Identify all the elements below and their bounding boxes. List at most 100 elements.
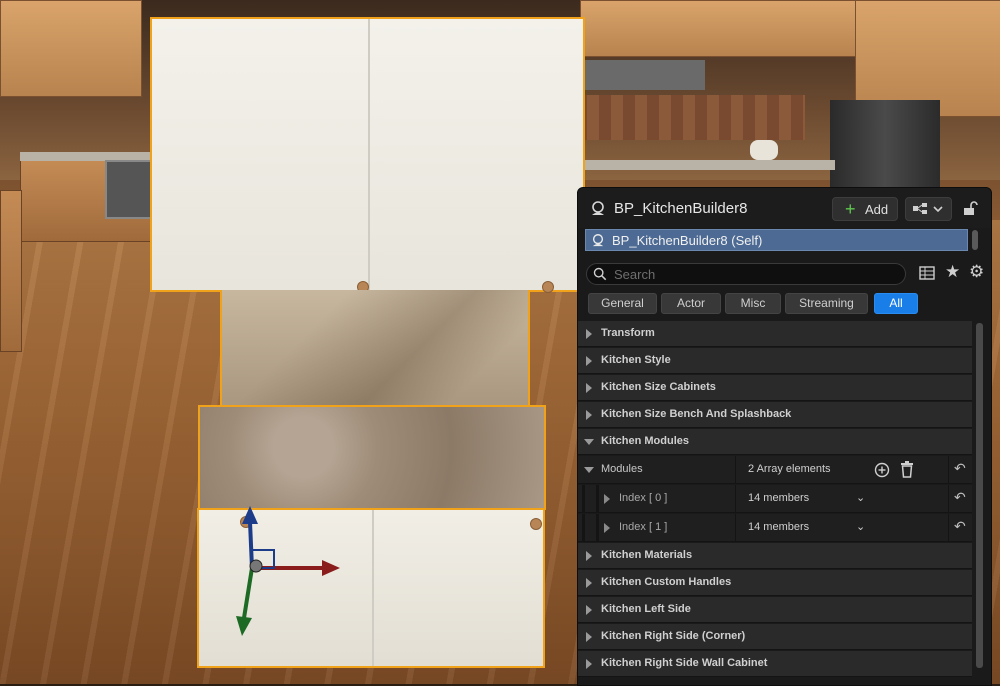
background-fridge xyxy=(830,100,940,190)
upper-wall-cabinet[interactable] xyxy=(150,17,585,293)
modules-revert-button[interactable]: ↶ xyxy=(948,456,973,483)
expand-arrow-icon xyxy=(586,410,592,420)
modules-value-cell: 2 Array elements xyxy=(735,456,948,483)
category-label: Kitchen Materials xyxy=(601,549,693,561)
category-label: Kitchen Style xyxy=(601,354,671,366)
details-panel: BP_KitchenBuilder8 + Add BP_KitchenBuild xyxy=(577,187,992,686)
tab-misc[interactable]: Misc xyxy=(725,293,781,314)
indent-guide xyxy=(596,485,599,512)
category-label: Kitchen Left Side xyxy=(601,603,691,615)
gizmo-x-arrow[interactable] xyxy=(322,560,340,576)
index-0-label: Index [ 0 ] xyxy=(619,492,668,504)
expand-arrow-icon xyxy=(586,551,592,561)
tab-actor[interactable]: Actor xyxy=(661,293,721,314)
expand-arrow-icon xyxy=(586,329,592,339)
component-self-label: BP_KitchenBuilder8 (Self) xyxy=(612,233,763,248)
gear-icon[interactable]: ⚙ xyxy=(969,263,984,281)
category-transform[interactable]: Transform xyxy=(578,321,972,347)
expand-arrow-icon[interactable] xyxy=(604,494,610,504)
category-label: Kitchen Size Bench And Splashback xyxy=(601,408,792,420)
category-kitchen-size-bench[interactable]: Kitchen Size Bench And Splashback xyxy=(578,402,972,428)
category-kitchen-left-side[interactable]: Kitchen Left Side xyxy=(578,597,972,623)
blueprint-icon xyxy=(913,203,943,214)
search-input[interactable]: Search xyxy=(586,263,906,285)
revert-icon: ↶ xyxy=(954,518,966,534)
category-label: Kitchen Modules xyxy=(601,435,690,447)
modules-count: 2 Array elements xyxy=(748,463,831,475)
gizmo-z-arrow[interactable] xyxy=(242,506,258,524)
search-icon xyxy=(593,267,607,281)
benchtop[interactable] xyxy=(198,405,546,510)
category-label: Kitchen Size Cabinets xyxy=(601,381,716,393)
background-upper-cabinets-left xyxy=(0,0,142,97)
expand-arrow-icon xyxy=(586,578,592,588)
revert-icon: ↶ xyxy=(954,489,966,505)
index-0-members: 14 members xyxy=(748,492,810,504)
modules-label: Modules xyxy=(601,463,643,475)
transform-gizmo[interactable] xyxy=(230,500,350,650)
index-1-value-cell: 14 members ⌄ xyxy=(735,514,948,541)
expand-arrow-icon xyxy=(586,356,592,366)
blueprint-options-button[interactable] xyxy=(905,197,952,221)
component-list-scrollbar[interactable] xyxy=(972,230,978,250)
index-1-label: Index [ 1 ] xyxy=(619,521,668,533)
category-label: Kitchen Right Side Wall Cabinet xyxy=(601,657,768,669)
splashback[interactable] xyxy=(220,290,530,410)
category-kitchen-modules[interactable]: Kitchen Modules xyxy=(578,429,972,455)
table-icon[interactable] xyxy=(919,265,935,281)
expand-arrow-icon xyxy=(586,605,592,615)
tab-streaming[interactable]: Streaming xyxy=(785,293,868,314)
index-0-revert-button[interactable]: ↶ xyxy=(948,485,973,512)
modules-index-0-row[interactable]: Index [ 0 ] 14 members ⌄ ↶ xyxy=(578,485,972,513)
category-label: Kitchen Right Side (Corner) xyxy=(601,630,746,642)
base-cabinet-knob-right xyxy=(530,518,542,530)
chevron-down-icon[interactable]: ⌄ xyxy=(856,491,865,504)
splashback-shadow xyxy=(222,290,528,410)
actor-title: BP_KitchenBuilder8 xyxy=(614,200,748,217)
add-element-icon[interactable] xyxy=(874,462,890,478)
gizmo-y-axis[interactable] xyxy=(242,567,254,619)
index-1-revert-button[interactable]: ↶ xyxy=(948,514,973,541)
modules-index-1-row[interactable]: Index [ 1 ] 14 members ⌄ ↶ xyxy=(578,514,972,542)
category-label: Transform xyxy=(601,327,655,339)
indent-guide xyxy=(582,485,585,512)
add-component-button[interactable]: + Add xyxy=(832,197,898,221)
category-kitchen-materials[interactable]: Kitchen Materials xyxy=(578,543,972,569)
background-range-hood xyxy=(585,60,705,90)
lock-icon[interactable] xyxy=(962,200,978,216)
chevron-down-icon[interactable]: ⌄ xyxy=(856,520,865,533)
upper-cabinet-door-divider xyxy=(368,19,370,290)
gizmo-center[interactable] xyxy=(249,559,263,573)
collapse-arrow-icon xyxy=(584,439,594,445)
background-brick-backsplash xyxy=(575,95,805,140)
plus-icon: + xyxy=(845,199,856,219)
actor-icon xyxy=(592,201,604,215)
tab-general[interactable]: General xyxy=(588,293,657,314)
category-kitchen-right-side-wall-cabinet[interactable]: Kitchen Right Side Wall Cabinet xyxy=(578,651,972,677)
gizmo-y-arrow[interactable] xyxy=(236,616,252,636)
category-kitchen-right-side-corner[interactable]: Kitchen Right Side (Corner) xyxy=(578,624,972,650)
tab-all[interactable]: All xyxy=(874,293,918,314)
indent-guide xyxy=(596,514,599,541)
background-bowl xyxy=(750,140,778,160)
component-self-row[interactable]: BP_KitchenBuilder8 (Self) xyxy=(585,229,968,251)
actor-icon xyxy=(592,234,604,247)
add-label: Add xyxy=(865,202,889,217)
revert-icon: ↶ xyxy=(954,460,966,476)
category-kitchen-style[interactable]: Kitchen Style xyxy=(578,348,972,374)
indent-guide xyxy=(582,514,585,541)
expand-arrow-icon xyxy=(586,383,592,393)
details-scrollbar[interactable] xyxy=(976,323,983,668)
star-icon[interactable]: ★ xyxy=(945,263,960,281)
chevron-down-icon xyxy=(933,206,943,213)
category-label: Kitchen Custom Handles xyxy=(601,576,732,588)
category-kitchen-custom-handles[interactable]: Kitchen Custom Handles xyxy=(578,570,972,596)
modules-array-row[interactable]: Modules 2 Array elements ↶ xyxy=(578,456,972,484)
base-cabinet-door-divider xyxy=(372,510,374,666)
expand-arrow-icon[interactable] xyxy=(604,523,610,533)
category-kitchen-size-cabinets[interactable]: Kitchen Size Cabinets xyxy=(578,375,972,401)
delete-icon[interactable] xyxy=(899,461,915,478)
expand-arrow-icon xyxy=(586,632,592,642)
background-island-left xyxy=(0,190,22,352)
collapse-arrow-icon[interactable] xyxy=(584,467,594,473)
